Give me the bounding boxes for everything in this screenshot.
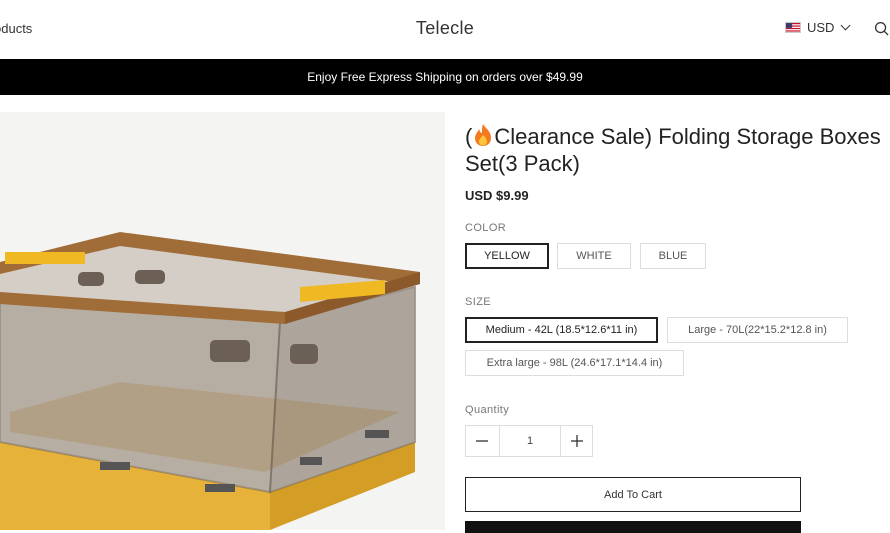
title-paren: ( [465, 124, 473, 149]
size-option-medium[interactable]: Medium - 42L (18.5*12.6*11 in) [465, 317, 658, 343]
product-price: USD $9.99 [465, 188, 529, 203]
us-flag-icon [785, 22, 801, 33]
quantity-input[interactable] [499, 426, 561, 456]
product-image[interactable] [0, 112, 445, 530]
promo-banner: Enjoy Free Express Shipping on orders ov… [0, 59, 890, 95]
currency-label: USD [807, 20, 835, 35]
title-text: Clearance Sale) Folding Storage Boxes Se… [465, 124, 881, 176]
color-option-blue[interactable]: BLUE [640, 243, 706, 269]
currency-selector[interactable]: USD [785, 20, 851, 35]
increase-quantity-button[interactable] [561, 426, 593, 456]
quantity-stepper [465, 425, 593, 457]
chevron-down-icon [841, 20, 851, 31]
brand-logo[interactable]: Telecle [0, 18, 890, 39]
minus-icon [476, 440, 488, 442]
color-option-yellow[interactable]: YELLOW [465, 243, 549, 269]
quantity-label: Quantity [465, 404, 510, 416]
fire-icon [475, 124, 492, 146]
color-option-white[interactable]: WHITE [557, 243, 631, 269]
add-to-cart-button[interactable]: Add To Cart [465, 477, 801, 512]
size-option-extra-large[interactable]: Extra large - 98L (24.6*17.1*14.4 in) [465, 350, 684, 376]
product-title: (Clearance Sale) Folding Storage Boxes S… [465, 123, 890, 177]
plus-icon [571, 435, 583, 447]
size-option-large[interactable]: Large - 70L(22*15.2*12.8 in) [667, 317, 848, 343]
color-label: COLOR [465, 222, 507, 234]
search-icon[interactable] [874, 21, 889, 36]
buy-now-button[interactable] [465, 521, 801, 533]
site-header: oducts Telecle USD [0, 0, 890, 60]
decrease-quantity-button[interactable] [466, 426, 498, 456]
size-label: SIZE [465, 296, 492, 308]
storage-box-illustration [0, 112, 445, 530]
